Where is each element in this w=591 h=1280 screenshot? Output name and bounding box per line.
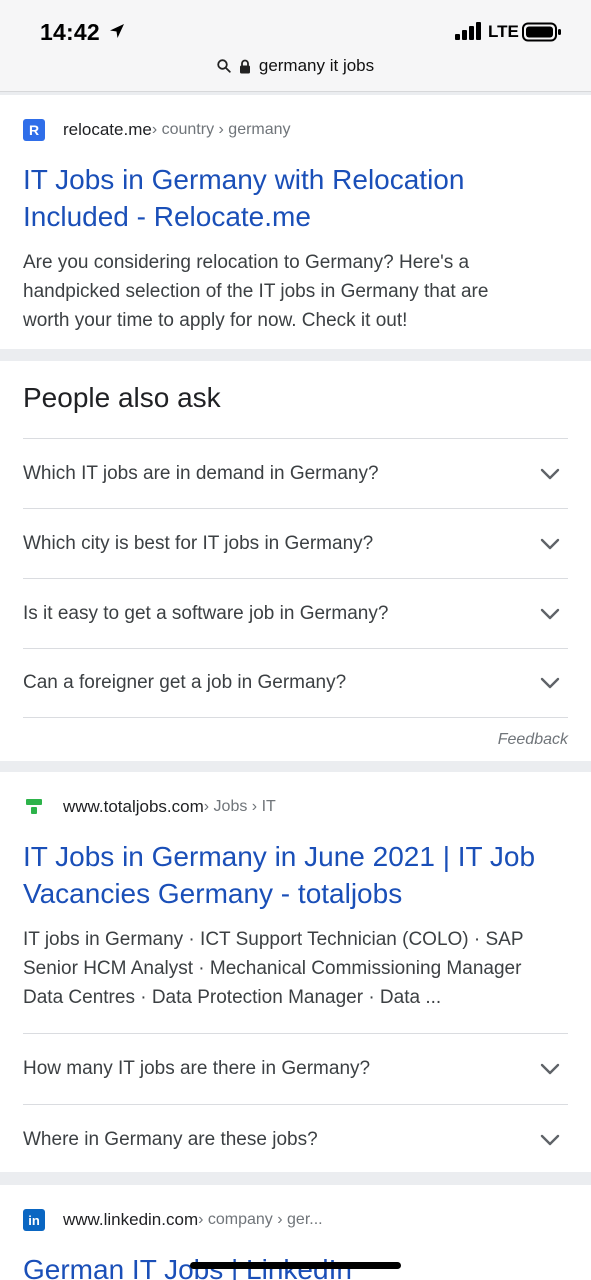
- search-icon: [217, 59, 231, 73]
- result-domain: www.linkedin.com: [63, 1210, 199, 1229]
- site-favicon-icon: in: [23, 1209, 45, 1231]
- question-row[interactable]: Is it easy to get a software job in Germ…: [23, 578, 568, 648]
- question-row[interactable]: Can a foreigner get a job in Germany?: [23, 648, 568, 718]
- question-row[interactable]: Where in Germany are these jobs?: [23, 1104, 568, 1174]
- snippet-line: handpicked selection of the IT jobs in G…: [23, 281, 489, 302]
- url-text: germany it jobs: [258, 56, 375, 75]
- result-snippet: IT jobs in Germany · ICT Support Technic…: [23, 925, 583, 1012]
- snippet-line: Are you considering relocation to German…: [23, 252, 470, 273]
- chevron-down-icon: [540, 677, 560, 689]
- question-row[interactable]: Which IT jobs are in demand in Germany?: [23, 438, 568, 508]
- result-source[interactable]: in www.linkedin.com › company › ger...: [23, 1209, 323, 1231]
- network-type: LTE: [488, 22, 519, 41]
- question-row[interactable]: Which city is best for IT jobs in German…: [23, 508, 568, 578]
- result-snippet: Are you considering relocation to German…: [23, 248, 568, 335]
- feedback-link[interactable]: Feedback: [498, 731, 568, 749]
- result-title-line: Included - Relocate.me: [23, 201, 311, 232]
- cellular-signal-icon: [455, 22, 481, 40]
- lock-icon: [239, 59, 250, 73]
- chevron-down-icon: [540, 1134, 560, 1145]
- question-row[interactable]: How many IT jobs are there in Germany?: [23, 1033, 568, 1104]
- result-title-link[interactable]: IT Jobs in Germany in June 2021 | IT Job…: [23, 838, 573, 912]
- result-title-line: Vacancies Germany - totaljobs: [23, 878, 403, 909]
- location-arrow-icon: [110, 24, 124, 38]
- result-breadcrumb: › country › germany: [151, 121, 291, 138]
- site-favicon-icon: R: [23, 119, 45, 141]
- question-text: Is it easy to get a software job in Germ…: [23, 602, 389, 624]
- snippet-line: Data Centres · Data Protection Manager ·…: [23, 987, 442, 1008]
- result-source[interactable]: R relocate.me › country › germany: [23, 119, 291, 141]
- home-indicator[interactable]: [190, 1262, 401, 1269]
- result-title-line: IT Jobs in Germany in June 2021 | IT Job: [23, 841, 536, 872]
- result-title-line: IT Jobs in Germany with Relocation: [23, 164, 465, 195]
- battery-icon: [522, 22, 561, 42]
- chevron-down-icon: [540, 608, 560, 619]
- result-domain: www.totaljobs.com: [63, 797, 204, 816]
- result-domain: relocate.me: [63, 120, 152, 139]
- question-text: How many IT jobs are there in Germany?: [23, 1058, 371, 1079]
- site-favicon-icon: [26, 799, 42, 814]
- question-text: Which IT jobs are in demand in Germany?: [23, 462, 379, 484]
- question-text: Which city is best for IT jobs in German…: [23, 532, 374, 554]
- result-breadcrumb: › Jobs › IT: [203, 798, 276, 815]
- chevron-down-icon: [540, 538, 560, 549]
- status-bar: 14:42 LTE: [0, 0, 591, 52]
- snippet-line: worth your time to apply for now. Check …: [23, 310, 408, 331]
- result-source[interactable]: www.totaljobs.com › Jobs › IT: [23, 796, 276, 818]
- question-text: Can a foreigner get a job in Germany?: [23, 672, 347, 693]
- result-breadcrumb: › company › ger...: [198, 1211, 323, 1228]
- chevron-down-icon: [540, 1063, 560, 1075]
- search-result-card: R relocate.me › country › germany IT Job…: [0, 95, 591, 349]
- status-time: 14:42: [40, 19, 100, 45]
- snippet-line: Senior HCM Analyst · Mechanical Commissi…: [23, 958, 522, 979]
- result-title-link[interactable]: IT Jobs in Germany with Relocation Inclu…: [23, 161, 573, 235]
- snippet-line: IT jobs in Germany · ICT Support Technic…: [23, 929, 524, 950]
- chevron-down-icon: [540, 468, 560, 479]
- address-bar[interactable]: germany it jobs: [0, 52, 591, 92]
- question-text: Where in Germany are these jobs?: [23, 1128, 318, 1150]
- people-also-ask-heading: People also ask: [23, 382, 221, 413]
